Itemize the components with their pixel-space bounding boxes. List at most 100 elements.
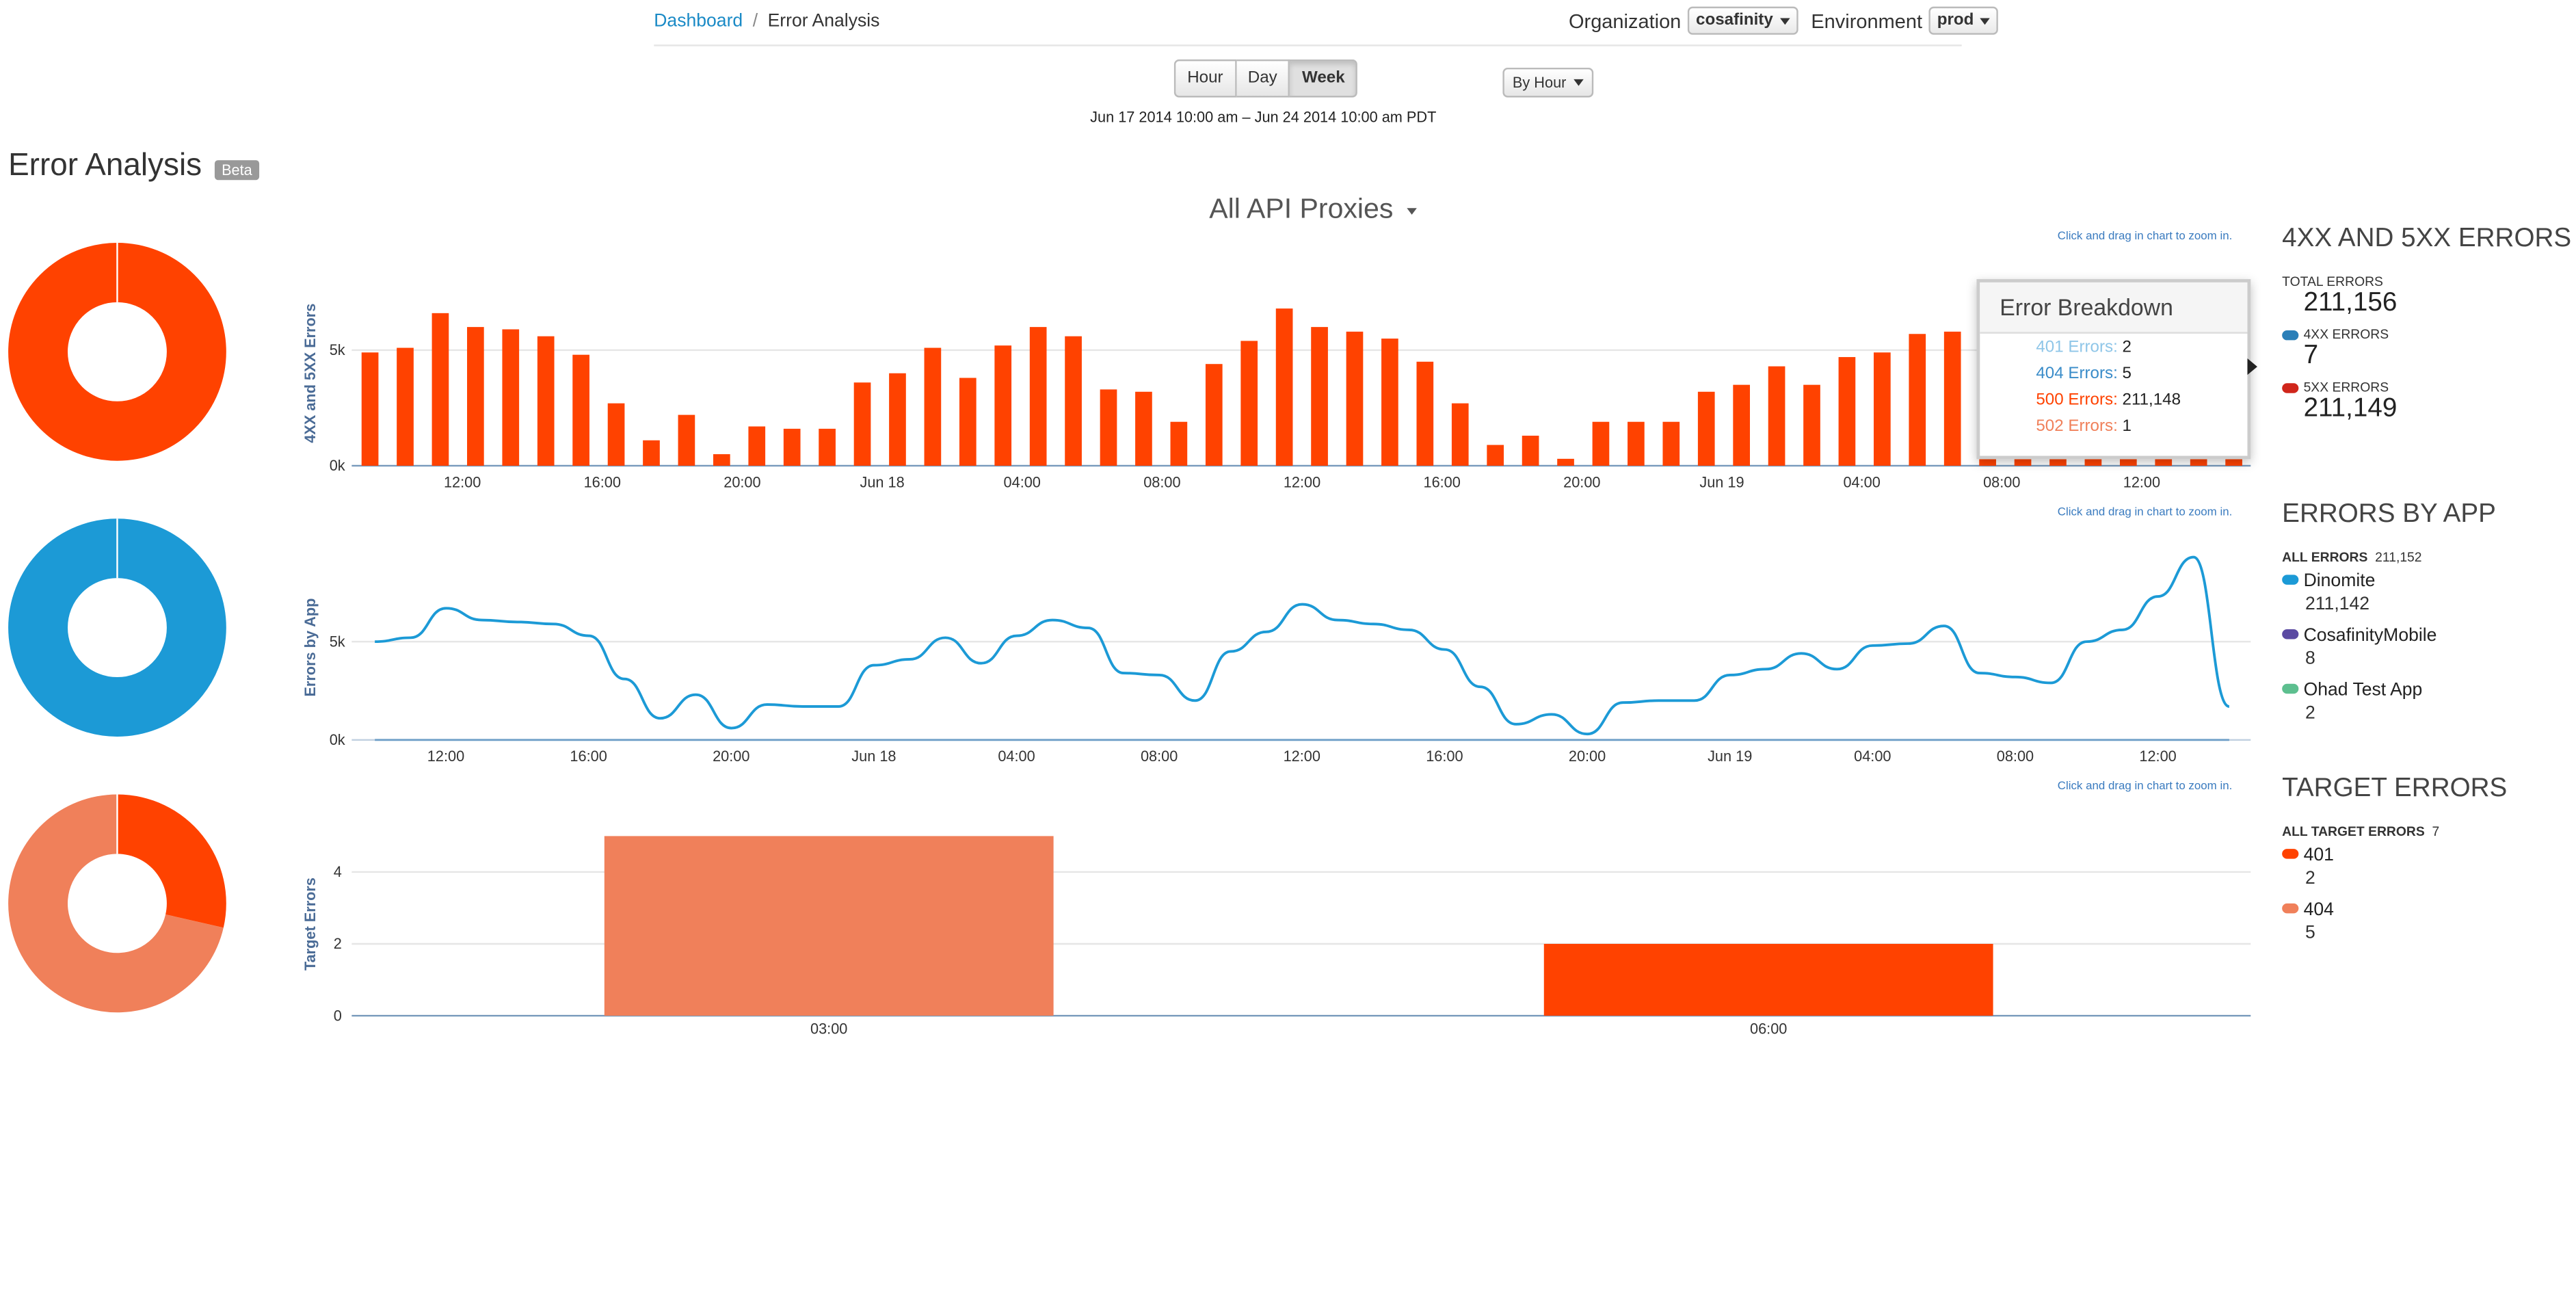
range-hour-button[interactable]: Hour: [1174, 60, 1236, 98]
total-errors-value: 211,156: [2304, 289, 2576, 319]
x-tick-label: 16:00: [1423, 473, 1460, 490]
x-tick-label: 16:00: [584, 473, 621, 490]
legend-4xx[interactable]: 4XX ERRORS: [2282, 327, 2576, 342]
environment-dropdown[interactable]: prod: [1929, 7, 1999, 35]
app-name: Ohad Test App: [2304, 681, 2423, 700]
bar: [1416, 362, 1433, 466]
y-axis-label: Target Errors: [302, 878, 319, 971]
zoom-hint-errors: Click and drag in chart to zoom in.: [2058, 231, 2233, 243]
tooltip-value: 5: [2123, 365, 2132, 384]
bar: [1240, 341, 1258, 466]
legend-swatch-4xx: [2282, 330, 2298, 340]
app-name: CosafinityMobile: [2304, 626, 2437, 646]
x-tick-label: 08:00: [1997, 748, 2034, 765]
bar: [1698, 392, 1715, 466]
bar: [362, 352, 379, 466]
group-by-dropdown[interactable]: By Hour: [1502, 68, 1593, 97]
bar: [959, 378, 977, 465]
page-canvas: Dashboard/Error Analysis Organization co…: [0, 0, 2576, 1305]
tooltip-label: 502 Errors:: [2036, 418, 2117, 436]
target-value: 5: [2305, 923, 2576, 943]
legend-app-cosafinitymobile[interactable]: CosafinityMobile: [2282, 620, 2576, 649]
y-axis-label: Errors by App: [302, 598, 319, 697]
slice: [117, 794, 226, 927]
all-errors-row: ALL ERRORS 211,152: [2282, 550, 2576, 565]
errors-4xx-value: 7: [2304, 342, 2576, 371]
group-by-value: By Hour: [1513, 75, 1567, 91]
bar: [1803, 385, 1820, 466]
environment-value: prod: [1937, 12, 1974, 30]
bar: [502, 329, 519, 465]
legend-swatch-404: [2282, 903, 2298, 912]
page-title-text: Error Analysis: [8, 148, 202, 185]
errors-by-app-line-chart[interactable]: 0k5kErrors by App12:0016:0020:00Jun 1804…: [289, 538, 2271, 769]
bar: [1065, 337, 1082, 466]
legend-swatch-ohad-test-app: [2282, 683, 2298, 693]
x-tick-label: 04:00: [1843, 473, 1880, 490]
organization-value: cosafinity: [1696, 12, 1773, 30]
y-tick-label: 5k: [330, 633, 345, 650]
bar: [925, 348, 942, 466]
header-divider: [654, 44, 1961, 46]
y-tick-label: 0: [334, 1007, 342, 1024]
bar: [1311, 327, 1328, 466]
org-env-bar: Organization cosafinity Environment prod: [1569, 7, 2012, 35]
api-proxy-selector-label: All API Proxies: [1209, 194, 1393, 225]
chevron-down-icon: [1980, 17, 1990, 24]
tooltip-label: 500 Errors:: [2036, 391, 2117, 410]
errors-summary-panel: 4XX AND 5XX ERRORS TOTAL ERRORS 211,156 …: [2282, 224, 2576, 424]
organization-dropdown[interactable]: cosafinity: [1688, 7, 1798, 35]
donut-target: [0, 783, 239, 1031]
x-tick-label: 12:00: [427, 748, 464, 765]
legend-5xx[interactable]: 5XX ERRORS: [2282, 380, 2576, 395]
errors-bar-chart[interactable]: 0k5k4XX and 5XX Errors12:0016:0020:00Jun…: [289, 264, 2271, 495]
x-tick-label: 08:00: [1983, 473, 2020, 490]
x-tick-label: 04:00: [1004, 473, 1041, 490]
legend-app-dinomite[interactable]: Dinomite: [2282, 565, 2576, 594]
tooltip-row-502: 502 Errors: 1: [1980, 413, 2247, 440]
series-line-dinomite: [375, 557, 2229, 735]
legend-target-401[interactable]: 401: [2282, 839, 2576, 869]
y-tick-label: 0k: [330, 731, 345, 748]
tooltip-label: 401 Errors:: [2036, 339, 2117, 357]
donut-apps: [0, 507, 239, 754]
legend-app-ohad-test-app[interactable]: Ohad Test App: [2282, 674, 2576, 703]
bar: [537, 337, 555, 466]
bar: [1030, 327, 1047, 466]
bar: [1733, 385, 1750, 466]
app-name: Dinomite: [2304, 572, 2376, 592]
date-range-text: Jun 17 2014 10:00 am – Jun 24 2014 10:00…: [991, 109, 1536, 125]
bar: [1171, 422, 1188, 466]
breadcrumb-dashboard-link[interactable]: Dashboard: [654, 12, 743, 31]
beta-badge: Beta: [215, 159, 258, 179]
x-tick-label: 20:00: [723, 473, 760, 490]
bar: [1557, 459, 1574, 466]
legend-swatch-dinomite: [2282, 575, 2298, 584]
x-tick-label: 12:00: [444, 473, 481, 490]
target-value: 2: [2305, 869, 2576, 888]
all-errors-value: 211,152: [2375, 550, 2421, 565]
x-tick-label: 04:00: [998, 748, 1035, 765]
chevron-down-icon: [1407, 207, 1416, 214]
x-tick-label: 16:00: [1426, 748, 1463, 765]
bar: [889, 373, 906, 466]
bar: [1135, 392, 1152, 466]
legend-target-404[interactable]: 404: [2282, 893, 2576, 923]
target-errors-bar-chart[interactable]: 024Target Errors03:0006:00: [289, 809, 2271, 1049]
y-tick-label: 5k: [330, 341, 345, 358]
x-tick-label: Jun 19: [1708, 748, 1752, 765]
apps-summary-heading: ERRORS BY APP: [2282, 501, 2576, 530]
api-proxy-selector[interactable]: All API Proxies: [1024, 194, 1602, 226]
bar: [1593, 422, 1610, 466]
x-tick-label: 12:00: [2139, 748, 2176, 765]
range-week-button[interactable]: Week: [1290, 60, 1358, 98]
tooltip-label: 404 Errors:: [2036, 365, 2117, 384]
tooltip-value: 1: [2123, 418, 2132, 436]
bar: [605, 836, 1054, 1016]
bar: [1276, 308, 1293, 466]
bar: [572, 355, 589, 466]
range-day-button[interactable]: Day: [1236, 60, 1290, 98]
tooltip-row-500: 500 Errors: 211,148: [1980, 386, 2247, 413]
time-range-buttons: Hour Day Week: [1174, 60, 1358, 98]
breadcrumb-current: Error Analysis: [768, 12, 880, 31]
